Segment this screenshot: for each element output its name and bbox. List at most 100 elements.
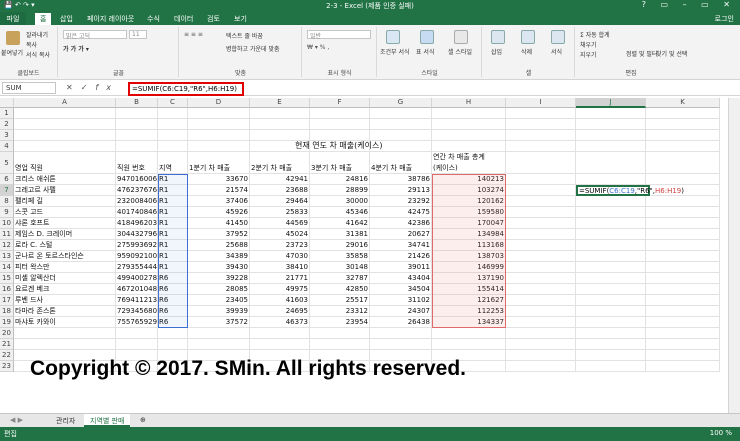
column-header[interactable]: E: [250, 98, 310, 108]
data-cell[interactable]: 39430: [188, 262, 250, 273]
row-header[interactable]: 9: [0, 207, 14, 218]
grid-cell[interactable]: [116, 108, 158, 119]
data-cell[interactable]: 401740846: [116, 207, 158, 218]
cell-styles-button[interactable]: 셀 스타일: [448, 47, 472, 56]
font-style-buttons[interactable]: 가 가 가 ▾: [63, 44, 89, 53]
grid-cell[interactable]: [310, 328, 370, 339]
data-cell[interactable]: 467201048: [116, 284, 158, 295]
data-cell[interactable]: 30000: [310, 196, 370, 207]
data-cell[interactable]: 39228: [188, 273, 250, 284]
grid-cell[interactable]: [158, 339, 188, 350]
grid-cell[interactable]: [310, 119, 370, 130]
grid-cell[interactable]: [576, 229, 646, 240]
grid-cell[interactable]: [432, 130, 506, 141]
grid-cell[interactable]: [506, 262, 576, 273]
column-header[interactable]: A: [14, 98, 116, 108]
grid-cell[interactable]: [158, 130, 188, 141]
grid-cell[interactable]: [188, 130, 250, 141]
grid-cell[interactable]: [576, 284, 646, 295]
grid-cell[interactable]: [506, 295, 576, 306]
insert-cells-icon[interactable]: [491, 30, 505, 44]
data-cell[interactable]: 41603: [250, 295, 310, 306]
data-cell[interactable]: 42850: [310, 284, 370, 295]
grid-cell[interactable]: [506, 306, 576, 317]
grid-cell[interactable]: [646, 108, 720, 119]
data-cell[interactable]: 로라 C. 스털: [14, 240, 116, 251]
font-size-combo[interactable]: 11: [129, 30, 147, 39]
tab-home[interactable]: 홈: [35, 13, 52, 25]
grid-cell[interactable]: [576, 218, 646, 229]
grid-cell[interactable]: [506, 108, 576, 119]
grid-cell[interactable]: [576, 130, 646, 141]
data-cell[interactable]: 26438: [370, 317, 432, 328]
data-cell[interactable]: 23688: [250, 185, 310, 196]
grid-cell[interactable]: [576, 317, 646, 328]
paste-icon[interactable]: [6, 31, 20, 45]
data-cell[interactable]: 38786: [370, 174, 432, 185]
grid-cell[interactable]: [506, 251, 576, 262]
data-cell[interactable]: 33670: [188, 174, 250, 185]
grid-cell[interactable]: [646, 284, 720, 295]
data-cell[interactable]: 37572: [188, 317, 250, 328]
grid-cell[interactable]: [14, 108, 116, 119]
data-cell[interactable]: 28085: [188, 284, 250, 295]
grid-cell[interactable]: [310, 108, 370, 119]
data-cell[interactable]: 38410: [250, 262, 310, 273]
row-header[interactable]: 15: [0, 273, 14, 284]
column-header[interactable]: G: [370, 98, 432, 108]
grid-cell[interactable]: [576, 207, 646, 218]
number-format-icons[interactable]: ₩ ▾ % ,: [307, 44, 329, 51]
select-all-corner[interactable]: [0, 98, 14, 108]
grid-cell[interactable]: [576, 273, 646, 284]
grid-cell[interactable]: [646, 295, 720, 306]
grid-cell[interactable]: [576, 295, 646, 306]
vertical-scrollbar[interactable]: [728, 98, 740, 413]
data-cell[interactable]: 499400278: [116, 273, 158, 284]
grid-cell[interactable]: [646, 273, 720, 284]
row-header[interactable]: 8: [0, 196, 14, 207]
data-cell[interactable]: 46373: [250, 317, 310, 328]
grid-cell[interactable]: [506, 218, 576, 229]
grid-cell[interactable]: [506, 152, 576, 174]
data-cell[interactable]: 37406: [188, 196, 250, 207]
cell-styles-icon[interactable]: [454, 30, 468, 44]
grid-cell[interactable]: [576, 361, 646, 372]
row-header[interactable]: 11: [0, 229, 14, 240]
grid-cell[interactable]: [506, 361, 576, 372]
data-cell[interactable]: 21426: [370, 251, 432, 262]
grid-cell[interactable]: [14, 130, 116, 141]
data-cell[interactable]: 34504: [370, 284, 432, 295]
tab-review[interactable]: 검토: [207, 14, 220, 24]
grid-cell[interactable]: [432, 108, 506, 119]
data-cell[interactable]: 23405: [188, 295, 250, 306]
clear-button[interactable]: 지우기: [580, 50, 597, 59]
data-cell[interactable]: 45926: [188, 207, 250, 218]
formula-bar-icons[interactable]: ✕✓fx: [66, 83, 119, 92]
data-cell[interactable]: 23292: [370, 196, 432, 207]
data-cell[interactable]: 31381: [310, 229, 370, 240]
data-cell[interactable]: 샤론 호프트: [14, 218, 116, 229]
grid-cell[interactable]: [250, 119, 310, 130]
data-cell[interactable]: 31102: [370, 295, 432, 306]
grid-cell[interactable]: [188, 141, 250, 152]
data-cell[interactable]: 21574: [188, 185, 250, 196]
sheet-tab-admin[interactable]: 관리자: [50, 414, 81, 427]
data-cell[interactable]: 42386: [370, 218, 432, 229]
data-cell[interactable]: 크리스 애쉬튼: [14, 174, 116, 185]
grid-cell[interactable]: [188, 339, 250, 350]
table-format-button[interactable]: 표 서식: [416, 47, 434, 56]
grid-cell[interactable]: [14, 119, 116, 130]
tab-data[interactable]: 데이터: [174, 14, 193, 24]
grid-cell[interactable]: [432, 328, 506, 339]
tab-formulas[interactable]: 수식: [147, 14, 160, 24]
name-box[interactable]: SUM: [2, 82, 56, 94]
grid-cell[interactable]: [576, 350, 646, 361]
grid-cell[interactable]: [370, 339, 432, 350]
data-cell[interactable]: 25517: [310, 295, 370, 306]
grid-cell[interactable]: [646, 262, 720, 273]
data-cell[interactable]: 232008406: [116, 196, 158, 207]
row-header[interactable]: 12: [0, 240, 14, 251]
grid-cell[interactable]: [646, 152, 720, 174]
data-cell[interactable]: 29464: [250, 196, 310, 207]
column-header[interactable]: F: [310, 98, 370, 108]
